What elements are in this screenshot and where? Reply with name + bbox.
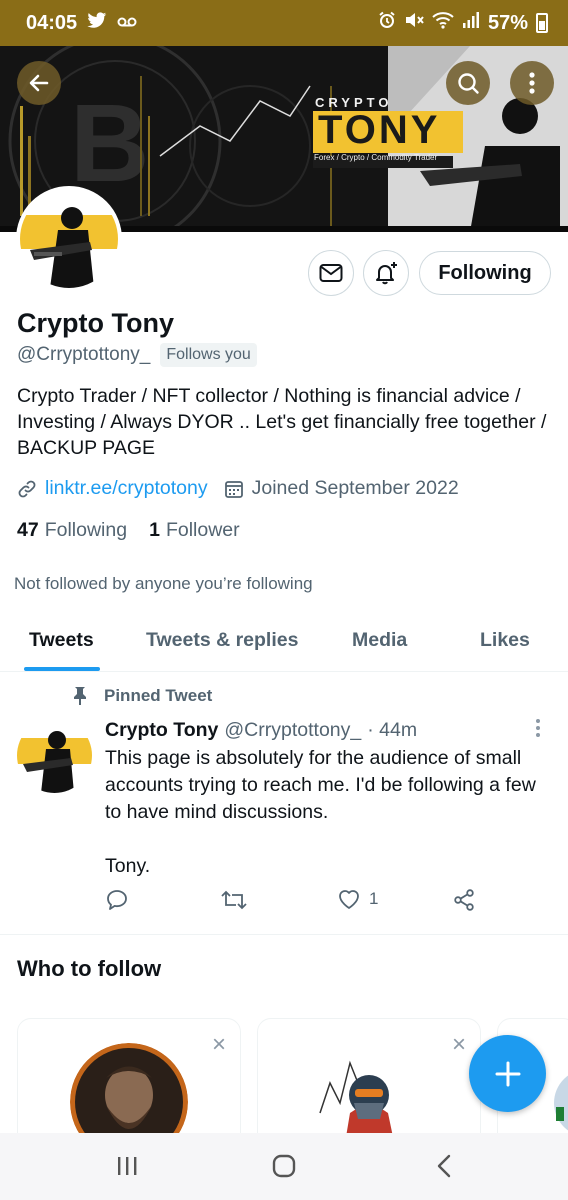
tab-tweets[interactable]: Tweets: [29, 629, 94, 652]
back-button[interactable]: [17, 61, 61, 105]
tab-media[interactable]: Media: [352, 629, 407, 652]
pinned-label: Pinned Tweet: [104, 686, 213, 705]
section-divider: [0, 934, 568, 935]
handle-row: @Crryptottony_ Follows you: [17, 343, 257, 367]
following-button[interactable]: Following: [419, 251, 551, 295]
plus-icon: [495, 1061, 520, 1086]
tweet-author[interactable]: Crypto Tony: [105, 719, 218, 742]
profile-tabs: Tweets Tweets & replies Media Likes: [0, 612, 568, 672]
home-icon[interactable]: [271, 1153, 297, 1179]
followers-count-link[interactable]: 1 Follower: [149, 519, 240, 542]
status-time: 04:05: [26, 11, 78, 34]
like-button[interactable]: 1: [337, 888, 378, 910]
who-to-follow-title: Who to follow: [17, 956, 162, 981]
reply-button[interactable]: [105, 888, 129, 912]
following-count: 47: [17, 519, 39, 541]
search-icon: [458, 73, 479, 94]
tweet-header: Crypto Tony @Crryptottony_ · 44m: [105, 719, 417, 742]
svg-text:B: B: [70, 82, 149, 205]
pin-icon: [74, 687, 86, 705]
recent-apps-icon[interactable]: [115, 1153, 139, 1179]
tweet-handle: @Crryptottony_: [224, 719, 362, 741]
reply-icon: [107, 890, 127, 910]
followers-label: Follower: [165, 519, 240, 541]
like-count: 1: [369, 889, 379, 908]
battery-icon: [536, 13, 548, 33]
tweet-more-button[interactable]: [535, 718, 541, 738]
profile-link[interactable]: linktr.ee/cryptotony: [45, 477, 208, 500]
more-vertical-icon: [536, 719, 540, 737]
notifications-button[interactable]: [363, 250, 409, 296]
share-icon: [454, 889, 474, 911]
profile-handle: @Crryptottony_: [17, 344, 151, 365]
twitter-bird-icon: [87, 11, 107, 35]
signal-icon: [462, 11, 480, 35]
more-options-button[interactable]: [510, 61, 554, 105]
follow-counts: 47 Following 1 Follower: [17, 519, 262, 542]
calendar-icon: [224, 480, 243, 498]
wifi-icon: [432, 11, 454, 35]
more-vertical-icon: [529, 72, 535, 94]
system-nav-bar: [0, 1133, 568, 1200]
status-bar: 04:05 57%: [0, 0, 568, 46]
joined-date: Joined September 2022: [251, 477, 459, 499]
banner-subtitle: Forex / Crypto / Commodity Trader: [314, 153, 438, 162]
profile-meta: linktr.ee/cryptotony Joined September 20…: [17, 477, 459, 500]
pinned-label-row: Pinned Tweet: [72, 686, 212, 706]
alarm-icon: [378, 11, 396, 35]
share-button[interactable]: [452, 888, 476, 912]
link-icon: [18, 480, 36, 497]
tab-tweets-replies[interactable]: Tweets & replies: [146, 629, 298, 652]
battery-percent: 57%: [487, 11, 528, 34]
envelope-icon: [319, 264, 343, 282]
tweet-avatar[interactable]: [17, 718, 92, 793]
follows-you-badge: Follows you: [160, 343, 257, 367]
retweet-icon: [221, 890, 247, 910]
not-followed-note: Not followed by anyone you’re following: [14, 574, 313, 593]
active-tab-indicator: [24, 667, 100, 671]
compose-tweet-button[interactable]: [469, 1035, 546, 1112]
search-button[interactable]: [446, 61, 490, 105]
retweet-button[interactable]: [220, 888, 248, 912]
profile-name: Crypto Tony: [17, 308, 174, 338]
following-count-link[interactable]: 47 Following: [17, 519, 127, 542]
back-nav-icon[interactable]: [434, 1153, 454, 1179]
tab-likes[interactable]: Likes: [480, 629, 530, 652]
mute-icon: [404, 11, 424, 35]
tweet-time: · 44m: [367, 719, 418, 741]
voicemail-icon: [117, 13, 137, 33]
dismiss-button[interactable]: ×: [452, 1031, 466, 1059]
tweet-actions: 1: [105, 888, 485, 916]
profile-bio: Crypto Trader / NFT collector / Nothing …: [17, 385, 547, 459]
banner-title-big: TONY: [318, 108, 441, 152]
tweet-text: This page is absolutely for the audience…: [105, 747, 536, 877]
dismiss-button[interactable]: ×: [212, 1031, 226, 1059]
followers-count: 1: [149, 519, 160, 541]
back-arrow-icon: [29, 74, 49, 92]
heart-icon: [339, 890, 359, 909]
message-button[interactable]: [308, 250, 354, 296]
following-label: Following: [44, 519, 128, 541]
profile-avatar[interactable]: [16, 186, 122, 292]
bell-plus-icon: [376, 262, 397, 285]
